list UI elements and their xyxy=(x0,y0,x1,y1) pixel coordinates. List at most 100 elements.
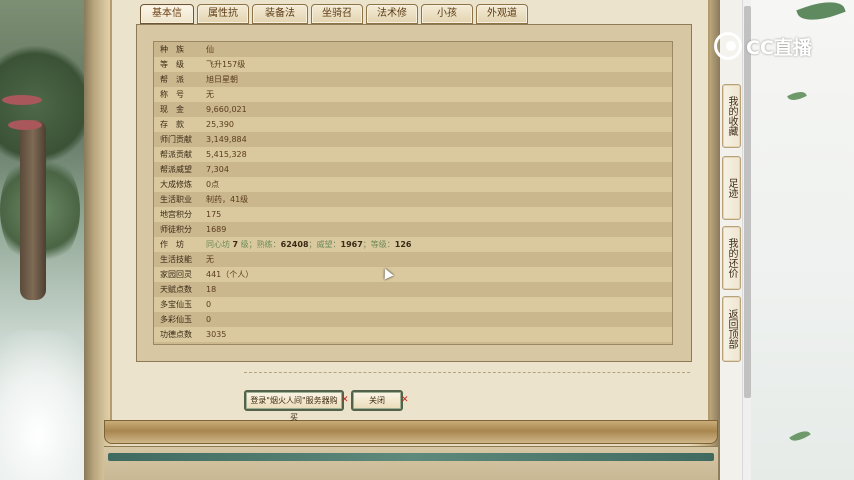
row-key: 称 号 xyxy=(160,90,184,99)
table-row: 种 族仙 xyxy=(154,42,672,57)
tree-trunk-decoration xyxy=(20,120,46,300)
row-value: 3,149,884 xyxy=(206,135,247,144)
tab-attributes[interactable]: 属性抗性 xyxy=(197,4,249,37)
tab-equipment[interactable]: 装备法宝 xyxy=(252,4,308,37)
cc-live-logo: CC直播 xyxy=(714,32,812,60)
close-x-icon: ✕ xyxy=(341,395,349,405)
basic-info-table: 种 族仙 等 级飞升157级 帮 派旭日星朝 称 号无 现 金 9,660,021… xyxy=(154,42,672,342)
tab-mounts-summons[interactable]: 坐骑召唤兽 xyxy=(311,4,363,37)
window-footer xyxy=(104,446,718,480)
cc-logo-icon xyxy=(714,32,742,60)
row-key: 多宝仙玉 xyxy=(160,300,192,309)
leaf-icon xyxy=(787,88,807,104)
row-value: 无 xyxy=(206,90,214,99)
row-key: 功德点数 xyxy=(160,330,192,339)
row-value: 0 xyxy=(206,315,212,324)
row-value: 5,415,328 xyxy=(206,150,247,159)
table-row: 生活职业 制药，41级 xyxy=(154,192,672,207)
login-server-purchase-button[interactable]: 登录"烟火人间"服务器购买 xyxy=(244,390,344,422)
row-value: 仙 xyxy=(206,45,214,54)
table-row: 帮派贡献 5,415,328 xyxy=(154,147,672,162)
workshop-exp-label: 熟练： xyxy=(256,240,281,249)
row-key: 帮派威望 xyxy=(160,165,192,174)
table-row: 家园回灵 441（个人） xyxy=(154,267,672,282)
background-landscape-left xyxy=(0,0,92,480)
row-key: 师徒积分 xyxy=(160,225,192,234)
side-nav-back-to-top[interactable]: 返回顶部 xyxy=(722,296,741,362)
table-row: 天赋点数 18 xyxy=(154,282,672,297)
workshop-value: 同心坊 7 级；熟练：62408；威望：1967；等级：126 xyxy=(204,237,672,252)
row-key: 大成修炼 xyxy=(160,180,192,189)
workshop-fame: 1967 xyxy=(340,240,363,249)
table-row: 等 级 飞升157级 xyxy=(154,57,672,72)
row-key: 家园回灵 xyxy=(160,270,192,279)
row-key: 存 款 xyxy=(160,120,184,129)
row-value: 441（个人） xyxy=(206,270,254,279)
row-key: 地宫积分 xyxy=(160,210,192,219)
row-value: 无 xyxy=(206,255,214,264)
row-value: 飞升157级 xyxy=(206,60,246,69)
basic-info-panel: 种 族仙 等 级飞升157级 帮 派旭日星朝 称 号无 现 金 9,660,021… xyxy=(136,24,692,362)
table-row: 称 号无 xyxy=(154,87,672,102)
logo-text: CC直播 xyxy=(746,36,812,59)
table-row: 帮派威望 7,304 xyxy=(154,162,672,177)
workshop-level-unit: 级； xyxy=(240,240,257,249)
table-row: 多彩仙玉 0 xyxy=(154,312,672,327)
side-nav-my-bargains[interactable]: 我的还价 xyxy=(722,226,741,290)
row-key: 生活职业 xyxy=(160,195,192,204)
row-value: 9,660,021 xyxy=(206,105,247,114)
mushroom-decoration xyxy=(8,120,42,130)
scrollbar-thumb[interactable] xyxy=(744,6,751,398)
workshop-grade: 126 xyxy=(394,240,412,249)
row-key: 多彩仙玉 xyxy=(160,315,192,324)
row-key: 种 族 xyxy=(160,45,184,54)
row-key: 作 坊 xyxy=(160,240,184,249)
row-value: 旭日星朝 xyxy=(206,75,238,84)
row-key: 天赋点数 xyxy=(160,285,192,294)
table-row: 大成修炼 0点 xyxy=(154,177,672,192)
row-value: 制药，41级 xyxy=(206,195,249,204)
row-value: 25,390 xyxy=(206,120,234,129)
row-value: 3035 xyxy=(206,330,227,339)
table-row: 地宫积分 175 xyxy=(154,207,672,222)
tab-appearance[interactable]: 外观道具 xyxy=(476,4,528,37)
window-bottom-border xyxy=(104,420,718,444)
mist-decoration xyxy=(0,330,92,480)
row-key: 等 级 xyxy=(160,60,184,69)
row-value: 7,304 xyxy=(206,165,229,174)
side-nav-favorites[interactable]: 我的收藏 xyxy=(722,84,741,148)
tab-basic-info[interactable]: 基本信息 xyxy=(140,4,194,37)
side-nav-history[interactable]: 足迹 xyxy=(722,156,741,220)
leaf-icon xyxy=(789,427,811,445)
row-value: 175 xyxy=(206,210,222,219)
row-key: 帮 派 xyxy=(160,75,184,84)
table-row: 功德点数 3035 xyxy=(154,327,672,342)
table-row: 现 金 9,660,021 xyxy=(154,102,672,117)
dashed-divider xyxy=(244,372,690,373)
workshop-exp: 62408 xyxy=(280,240,309,249)
table-row: 师徒积分 1689 xyxy=(154,222,672,237)
row-key: 帮派贡献 xyxy=(160,150,192,159)
table-row: 帮 派 旭日星朝 xyxy=(154,72,672,87)
table-row: 生活技能 无 xyxy=(154,252,672,267)
workshop-fame-label: ；威望： xyxy=(308,240,341,249)
basic-info-table-wrapper: 种 族仙 等 级飞升157级 帮 派旭日星朝 称 号无 现 金 9,660,021… xyxy=(153,41,673,345)
close-x-icon: ✕ xyxy=(401,395,409,405)
row-key: 生活技能 xyxy=(160,255,192,264)
background-right xyxy=(742,0,854,480)
row-key: 师门贡献 xyxy=(160,135,192,144)
tab-spell-correction[interactable]: 法术修正 xyxy=(366,4,418,37)
row-value: 0 xyxy=(206,300,212,309)
workshop-grade-label: ；等级： xyxy=(362,240,395,249)
workshop-level: 7 xyxy=(232,240,239,249)
row-value: 1689 xyxy=(206,225,227,234)
table-row: 多宝仙玉 0 xyxy=(154,297,672,312)
row-key: 现 金 xyxy=(160,105,184,114)
tab-children[interactable]: 小孩 xyxy=(421,4,473,24)
leaf-icon xyxy=(796,0,846,28)
page-scrollbar[interactable] xyxy=(742,0,751,480)
row-value: 18 xyxy=(206,285,217,294)
workshop-name: 同心坊 xyxy=(206,240,230,249)
close-button[interactable]: 关闭 xyxy=(351,390,403,411)
row-value: 0点 xyxy=(206,180,220,189)
